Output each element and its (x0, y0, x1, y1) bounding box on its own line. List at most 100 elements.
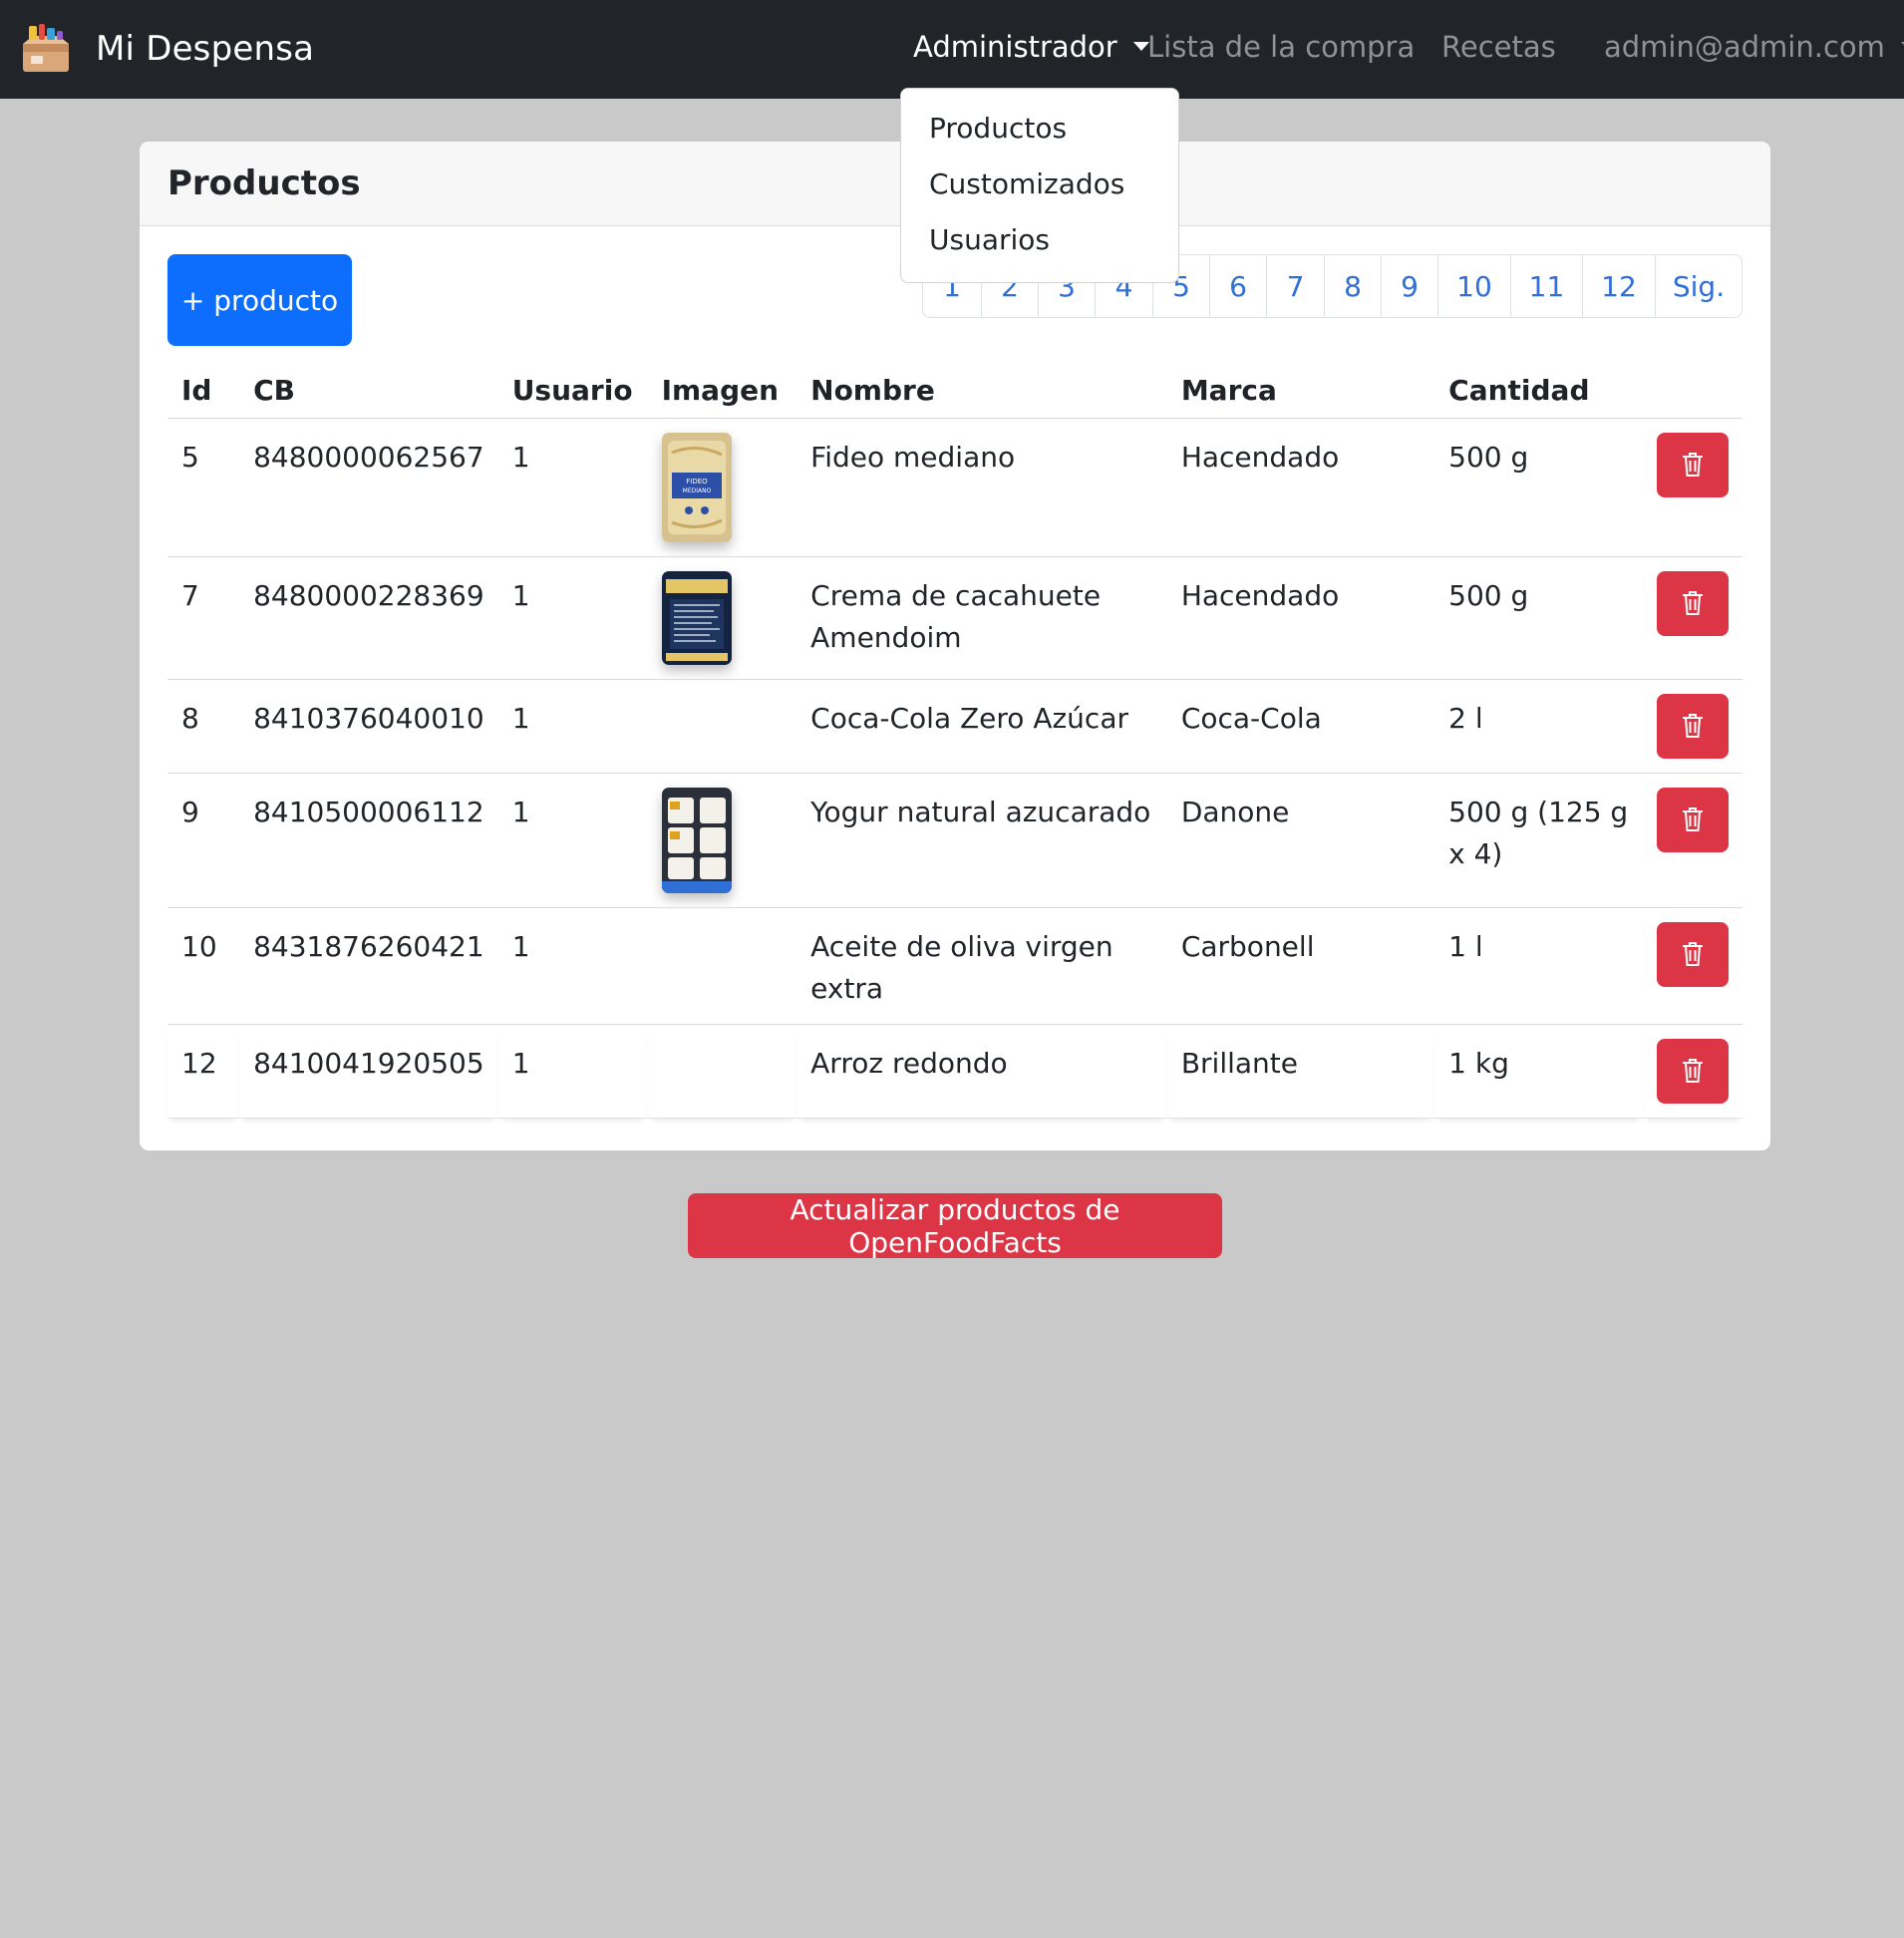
cell-marca: Brillante (1166, 1024, 1435, 1119)
cell-nombre: Arroz redondo (796, 1024, 1167, 1119)
cell-cantidad: 2 l (1434, 679, 1643, 774)
table-header-row: Id CB Usuario Imagen Nombre Marca Cantid… (167, 351, 1743, 419)
cell-actions (1642, 556, 1743, 680)
page-link-12[interactable]: 12 (1582, 255, 1655, 317)
table-row: 8 8410376040010 1 Coca-Cola Zero Azúcar … (167, 679, 1743, 774)
admin-menu-label: Administrador (913, 30, 1117, 64)
dropdown-item-productos[interactable]: Productos (901, 101, 1178, 157)
dropdown-item-customizados[interactable]: Customizados (901, 157, 1178, 212)
trash-icon (1682, 1059, 1703, 1083)
cell-actions (1642, 418, 1743, 557)
update-openfoodfacts-button[interactable]: Actualizar productos de OpenFoodFacts (688, 1193, 1222, 1259)
cell-cantidad: 1 l (1434, 907, 1643, 1025)
cell-nombre: Aceite de oliva virgen extra (796, 907, 1167, 1025)
delete-button[interactable] (1656, 787, 1729, 852)
header-marca: Marca (1166, 351, 1435, 419)
table-row: 5 8480000062567 1 FIDEO MEDIANO Fideo me… (167, 418, 1743, 557)
cell-usuario: 1 (497, 556, 648, 680)
cell-cb: 8480000062567 (239, 418, 498, 557)
cell-actions (1642, 907, 1743, 1025)
trash-icon (1682, 942, 1703, 966)
product-image-crema[interactable] (661, 570, 732, 665)
cell-cb: 8410500006112 (239, 773, 498, 908)
nav-recipes[interactable]: Recetas (1441, 30, 1556, 64)
cell-cb: 8410376040010 (239, 679, 498, 774)
delete-button[interactable] (1656, 570, 1729, 636)
cell-imagen (647, 773, 797, 908)
delete-button[interactable] (1656, 432, 1729, 497)
admin-menu-toggle[interactable]: Administrador (913, 30, 1149, 64)
cell-imagen (647, 1024, 797, 1119)
trash-icon (1682, 591, 1703, 615)
cell-usuario: 1 (497, 907, 648, 1025)
user-menu-label: admin@admin.com (1604, 30, 1885, 64)
cell-id: 7 (167, 556, 240, 680)
header-cantidad: Cantidad (1434, 351, 1643, 419)
cell-id: 5 (167, 418, 240, 557)
product-image-yogur[interactable] (661, 787, 732, 893)
cell-cantidad: 1 kg (1434, 1024, 1643, 1119)
cell-imagen (647, 556, 797, 680)
svg-text:FIDEO: FIDEO (686, 478, 708, 485)
cell-id: 9 (167, 773, 240, 908)
cell-marca: Carbonell (1166, 907, 1435, 1025)
delete-button[interactable] (1656, 921, 1729, 987)
table-row: 10 8431876260421 1 Aceite de oliva virge… (167, 907, 1743, 1025)
table-row: 12 8410041920505 1 Arroz redondo Brillan… (167, 1024, 1743, 1119)
page-link-6[interactable]: 6 (1209, 255, 1266, 317)
cell-cantidad: 500 g (125 g x 4) (1434, 773, 1643, 908)
cell-imagen (647, 679, 797, 774)
header-nombre: Nombre (796, 351, 1167, 419)
product-image-fideo[interactable]: FIDEO MEDIANO (661, 432, 732, 542)
page-link-9[interactable]: 9 (1381, 255, 1437, 317)
trash-icon (1682, 808, 1703, 831)
trash-icon (1682, 453, 1703, 477)
nav-shopping-list[interactable]: Lista de la compra (1147, 30, 1415, 64)
cell-usuario: 1 (497, 679, 648, 774)
trash-icon (1682, 714, 1703, 738)
page-link-10[interactable]: 10 (1437, 255, 1510, 317)
cell-id: 10 (167, 907, 240, 1025)
products-card: Productos + producto 1 2 3 4 5 6 7 8 9 1… (140, 142, 1770, 1150)
delete-button[interactable] (1656, 1038, 1729, 1104)
page-link-8[interactable]: 8 (1324, 255, 1381, 317)
delete-button[interactable] (1656, 693, 1729, 759)
header-actions (1642, 351, 1743, 419)
table-row: 7 8480000228369 1 Crema de cacahuete Ame… (167, 556, 1743, 680)
cell-usuario: 1 (497, 418, 648, 557)
brand[interactable]: Mi Despensa (19, 22, 314, 76)
page-link-11[interactable]: 11 (1510, 255, 1582, 317)
add-product-button[interactable]: + producto (167, 254, 352, 346)
cell-cantidad: 500 g (1434, 556, 1643, 680)
brand-name: Mi Despensa (96, 29, 315, 69)
header-usuario: Usuario (497, 351, 648, 419)
cell-cb: 8431876260421 (239, 907, 498, 1025)
admin-dropdown-menu: Productos Customizados Usuarios (900, 88, 1179, 283)
cell-actions (1642, 1024, 1743, 1119)
cell-nombre: Coca-Cola Zero Azúcar (796, 679, 1167, 774)
cell-marca: Danone (1166, 773, 1435, 908)
user-menu-toggle[interactable]: admin@admin.com (1604, 30, 1904, 64)
header-cb: CB (239, 351, 498, 419)
cell-imagen (647, 907, 797, 1025)
products-table: Id CB Usuario Imagen Nombre Marca Cantid… (167, 351, 1743, 1119)
products-table-wrapper: Id CB Usuario Imagen Nombre Marca Cantid… (167, 351, 1743, 1119)
header-id: Id (167, 351, 240, 419)
cell-cb: 8480000228369 (239, 556, 498, 680)
page-link-next[interactable]: Sig. (1655, 255, 1742, 317)
table-row: 9 8410500006112 1 Yogur natural azucarad… (167, 773, 1743, 908)
cell-nombre: Crema de cacahuete Amendoim (796, 556, 1167, 680)
cell-id: 8 (167, 679, 240, 774)
cell-usuario: 1 (497, 773, 648, 908)
cell-marca: Hacendado (1166, 418, 1435, 557)
dropdown-item-usuarios[interactable]: Usuarios (901, 212, 1178, 268)
cell-marca: Coca-Cola (1166, 679, 1435, 774)
page-link-7[interactable]: 7 (1266, 255, 1324, 317)
page-title: Productos (167, 163, 361, 203)
cell-actions (1642, 773, 1743, 908)
cell-id: 12 (167, 1024, 240, 1119)
cell-cb: 8410041920505 (239, 1024, 498, 1119)
cell-imagen: FIDEO MEDIANO (647, 418, 797, 557)
svg-text:MEDIANO: MEDIANO (682, 487, 711, 494)
cell-cantidad: 500 g (1434, 418, 1643, 557)
